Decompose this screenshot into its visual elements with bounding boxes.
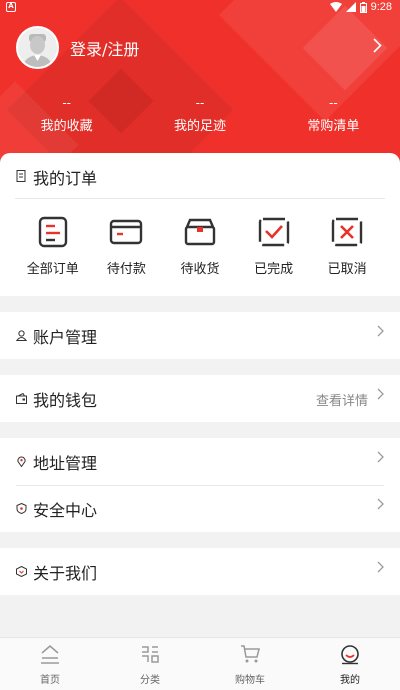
- wallet-row[interactable]: 我的钱包 查看详情: [0, 375, 400, 422]
- order-completed-button[interactable]: 已完成: [242, 215, 306, 277]
- about-icon: [16, 566, 27, 577]
- view-details-link[interactable]: 查看详情: [316, 390, 368, 409]
- order-item-label: 待付款: [106, 262, 146, 277]
- account-management-label: 账户管理: [33, 327, 98, 347]
- shield-icon: [16, 503, 27, 514]
- tab-category[interactable]: 分类: [100, 638, 200, 690]
- pending-payment-icon: [110, 219, 143, 245]
- address-management-row[interactable]: 地址管理: [0, 438, 400, 485]
- tab-label: 购物车: [235, 675, 265, 686]
- pending-receipt-icon: [184, 218, 216, 246]
- login-register-label[interactable]: 登录/注册: [70, 36, 139, 60]
- about-card: 关于我们: [0, 548, 400, 595]
- order-item-label: 待收货: [180, 262, 220, 277]
- stat-value: --: [328, 96, 338, 110]
- default-avatar-icon[interactable]: [16, 26, 59, 69]
- login-register-link[interactable]: 登录/注册: [16, 26, 139, 69]
- order-cancelled-button[interactable]: 已取消: [315, 215, 379, 277]
- stat-value: --: [195, 96, 205, 110]
- tab-cart[interactable]: 购物车: [200, 638, 300, 690]
- profile-icon: [341, 645, 359, 665]
- stat-history[interactable]: -- 我的足迹: [133, 96, 266, 134]
- completed-icon: [258, 217, 289, 247]
- stat-favorites[interactable]: -- 我的收藏: [0, 96, 133, 134]
- user-icon: [16, 330, 27, 341]
- address-management-label: 地址管理: [33, 453, 98, 473]
- order-item-label: 全部订单: [26, 262, 79, 277]
- chevron-right-icon: [377, 451, 384, 467]
- tab-label: 我的: [340, 675, 360, 686]
- category-icon: [142, 646, 159, 663]
- cart-icon: [241, 645, 260, 663]
- account-card: 账户管理: [0, 312, 400, 359]
- all-orders-icon: [38, 216, 67, 248]
- about-us-row[interactable]: 关于我们: [0, 548, 400, 595]
- wallet-card: 我的钱包 查看详情: [0, 375, 400, 422]
- orders-title: 我的订单: [33, 169, 98, 188]
- tab-label: 首页: [40, 675, 60, 686]
- status-time: 9:28: [370, 1, 392, 13]
- order-pending-payment-button[interactable]: 待付款: [94, 215, 158, 277]
- stat-label: 常购清单: [307, 119, 360, 134]
- home-icon: [41, 645, 59, 664]
- battery-icon: [359, 1, 367, 13]
- order-pending-receipt-button[interactable]: 待收货: [168, 215, 232, 277]
- cancelled-icon: [331, 217, 363, 247]
- order-item-label: 已取消: [327, 262, 367, 277]
- wallet-icon: [16, 393, 27, 404]
- security-center-row[interactable]: 安全中心: [0, 485, 400, 532]
- order-item-label: 已完成: [254, 262, 294, 277]
- orders-card: 我的订单 全部订单 待付款 待收货 已完成 已取消: [0, 153, 400, 296]
- tab-label: 分类: [140, 675, 160, 686]
- location-icon: [17, 456, 26, 467]
- status-bar: A 9:28: [0, 0, 400, 17]
- chevron-right-icon[interactable]: [373, 38, 382, 57]
- account-management-row[interactable]: 账户管理: [0, 312, 400, 359]
- wifi-icon: [329, 2, 342, 12]
- chevron-right-icon: [377, 561, 384, 577]
- notification-icon: A: [6, 2, 16, 12]
- tab-home[interactable]: 首页: [0, 638, 100, 690]
- stat-label: 我的收藏: [40, 119, 93, 134]
- about-us-label: 关于我们: [33, 563, 98, 583]
- order-all-button[interactable]: 全部订单: [21, 215, 85, 277]
- wallet-label: 我的钱包: [33, 390, 98, 410]
- stat-frequent-list[interactable]: -- 常购清单: [267, 96, 400, 134]
- chevron-right-icon: [377, 388, 384, 404]
- document-icon: [16, 170, 26, 182]
- chevron-right-icon: [377, 325, 384, 341]
- chevron-right-icon: [377, 498, 384, 514]
- tab-mine[interactable]: 我的: [300, 638, 400, 690]
- stat-value: --: [62, 96, 71, 110]
- stat-label: 我的足迹: [173, 119, 226, 134]
- profile-header: A 9:28 登录/注册 -- 我的收藏 -- 我的足迹 -- 常购清单: [0, 0, 400, 175]
- signal-icon: [345, 2, 356, 12]
- address-security-card: 地址管理 安全中心: [0, 438, 400, 532]
- security-center-label: 安全中心: [33, 500, 98, 520]
- bottom-tab-bar: 首页 分类 购物车 我的: [0, 637, 400, 690]
- stats-row: -- 我的收藏 -- 我的足迹 -- 常购清单: [0, 96, 400, 134]
- orders-title-row: 我的订单: [15, 165, 385, 199]
